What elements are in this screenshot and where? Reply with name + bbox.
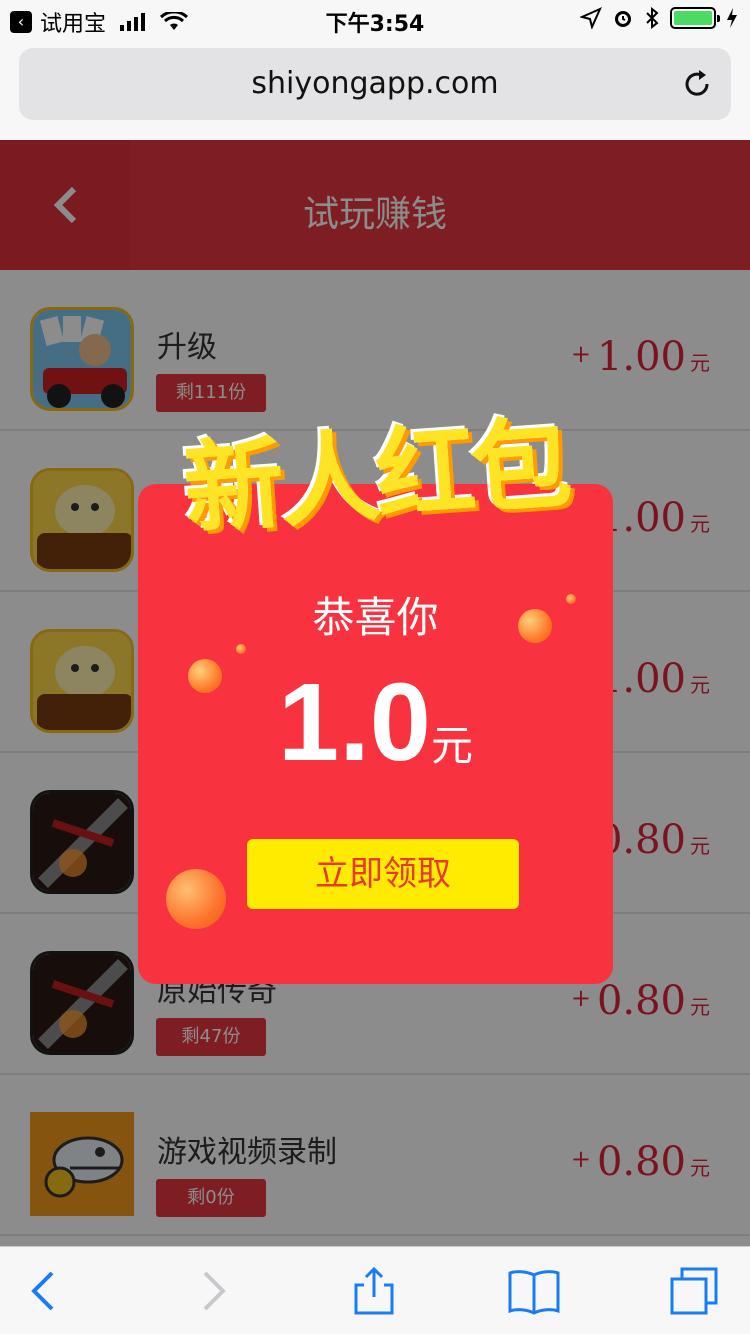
bonus-amount-unit: 元 xyxy=(430,721,473,770)
coin-decoration xyxy=(518,609,552,643)
coin-decoration xyxy=(236,644,246,654)
forward-arrow-icon[interactable] xyxy=(185,1265,237,1317)
location-icon xyxy=(580,7,602,29)
alarm-icon xyxy=(615,11,631,27)
status-bar: ‹ 试用宝 下午3:54 xyxy=(0,0,750,40)
claim-button[interactable]: 立即领取 xyxy=(247,839,519,909)
red-packet-modal: 恭喜你 1.0元 立即领取 xyxy=(138,484,613,984)
reload-icon[interactable] xyxy=(679,66,715,102)
status-right xyxy=(580,7,738,29)
coin-decoration xyxy=(566,594,576,604)
battery-icon xyxy=(670,7,720,29)
coin-decoration xyxy=(166,869,226,929)
url-text[interactable]: shiyongapp.com xyxy=(19,66,731,101)
share-icon[interactable] xyxy=(348,1265,400,1317)
browser-address-area: shiyongapp.com xyxy=(0,40,750,140)
coin-decoration xyxy=(188,659,222,693)
browser-toolbar xyxy=(0,1246,750,1334)
charging-icon xyxy=(727,8,737,28)
address-bar[interactable]: shiyongapp.com xyxy=(19,48,731,120)
bonus-amount-value: 1.0 xyxy=(278,661,431,784)
back-arrow-icon[interactable] xyxy=(20,1265,72,1317)
bookmarks-icon[interactable] xyxy=(508,1265,560,1317)
bluetooth-icon xyxy=(646,7,659,29)
tabs-icon[interactable] xyxy=(668,1265,720,1317)
